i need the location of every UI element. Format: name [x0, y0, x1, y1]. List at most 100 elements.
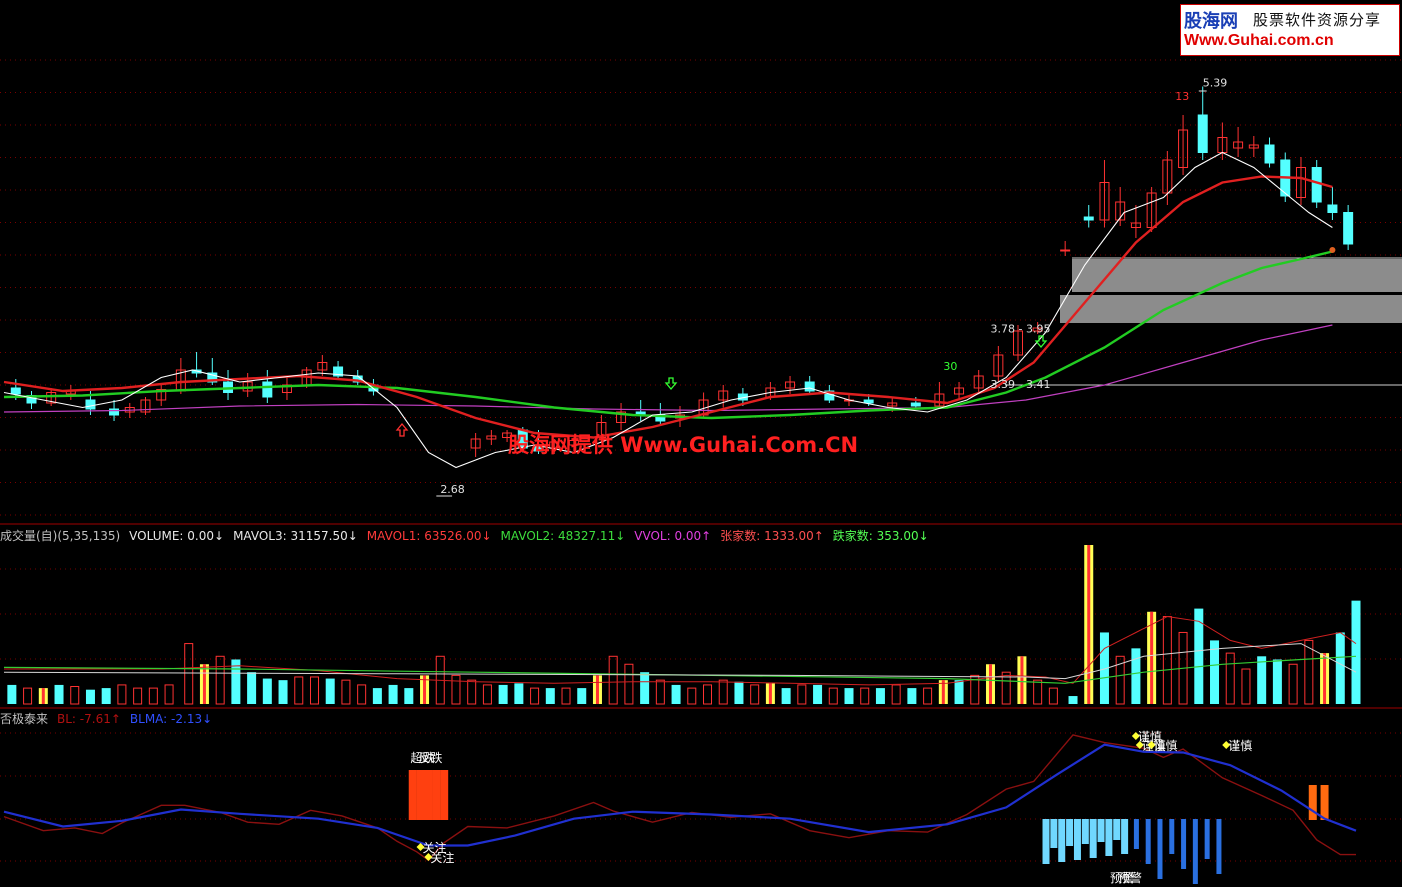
volume-bar-down [404, 688, 414, 704]
resistance-band-upper [1072, 259, 1402, 292]
volume-bar-highlight-core [41, 688, 45, 704]
candle-down [85, 399, 96, 410]
volume-bar-down [325, 678, 335, 704]
volume-bar-down [577, 688, 587, 704]
volume-bar-down [1131, 648, 1141, 704]
warning-bar [1192, 819, 1198, 884]
site-logo[interactable]: 股海网 股票软件资源分享 Www.Guhai.com.cn [1180, 4, 1400, 56]
volume-bar-down [954, 680, 964, 704]
candle-down [1327, 204, 1338, 213]
logo-name: 股海网 [1184, 11, 1238, 32]
warning-bar [1081, 819, 1089, 844]
volume-bar-up [215, 655, 225, 705]
indicator-legend: 否极泰来 BL: -7.61↑ BLMA: -2.13↓ [0, 710, 221, 727]
volume-bar-up [451, 674, 461, 705]
volume-bar-up [148, 687, 158, 705]
warning-bar [1169, 819, 1175, 854]
volume-bar-up [828, 687, 838, 705]
volume-bar-up [133, 687, 143, 705]
volume-bar-down [813, 684, 823, 704]
volume-bar-up [309, 676, 319, 705]
resistance-zone [1005, 257, 1402, 386]
warning-bar [1113, 819, 1121, 840]
price-annotation: 2.68 [440, 483, 465, 496]
indicator-label: 反跌 [418, 750, 442, 765]
volume-bar-up [341, 679, 351, 705]
volume-bar-highlight-core [768, 683, 772, 704]
volume-bar-up [23, 687, 33, 705]
current-price-dot [1329, 247, 1336, 253]
legend-item: MAVOL3: 31157.50↓ [233, 529, 358, 543]
watermark: 股海网提供 Www.Guhai.Com.CN [508, 433, 858, 457]
warning-bar [1181, 819, 1187, 869]
candle-down [1311, 167, 1322, 203]
volume-bar-up [608, 655, 618, 705]
volume-bar-down [545, 688, 555, 704]
volume-bar-down [781, 688, 791, 704]
candle-down [1343, 212, 1354, 245]
candle-down [10, 387, 21, 395]
warning-bar [1097, 819, 1105, 842]
legend-item: BLMA: -2.13↓ [129, 712, 213, 726]
volume-bar-down [734, 681, 744, 704]
volume-bar-up [1288, 663, 1298, 705]
warning-bar [1204, 819, 1210, 859]
volume-bar-down [85, 689, 95, 704]
indicator-label: 谨慎 [1228, 739, 1252, 753]
volume-bar-down [54, 684, 64, 704]
indicator-label: 谨慎 [1154, 739, 1178, 753]
volume-bar-down [372, 688, 382, 704]
volume-bar-up [718, 679, 728, 705]
volume-bar-down [1335, 632, 1345, 704]
legend-item: VVOL: 0.00↑ [634, 529, 712, 543]
legend-item: 否极泰来 [0, 712, 49, 726]
volume-legend: 成交量(自)(5,35,135) VOLUME: 0.00↓ MAVOL3: 311… [0, 527, 938, 544]
candle-up [1060, 249, 1071, 252]
volume-bar-up [482, 684, 492, 705]
warning-bar [1073, 819, 1081, 860]
volume-bar-up [923, 687, 933, 705]
oversold-bar [416, 770, 425, 820]
buy-arrow-icon [395, 422, 409, 437]
volume-bar-up [164, 684, 174, 705]
warning-bar [1042, 819, 1050, 864]
warning-bar [1216, 819, 1222, 874]
volume-bar-highlight-core [988, 664, 992, 704]
volume-bar-down [907, 688, 917, 704]
volume-bar-down [7, 684, 17, 704]
volume-bar-down [640, 672, 650, 704]
volume-bar-down [1272, 659, 1282, 704]
volume-bar-up [624, 663, 634, 705]
signal-bar [1308, 785, 1317, 820]
logo-url[interactable]: Www.Guhai.com.cn [1184, 32, 1334, 50]
ma-long-line [3, 324, 1333, 413]
signal-arrows [395, 335, 1048, 437]
price-annotation: 5.39 [1203, 77, 1228, 90]
logo-slogan: 股票软件资源分享 [1253, 11, 1382, 29]
volume-bar-up [655, 679, 665, 705]
volume-bar-highlight-core [1150, 611, 1154, 704]
volume-bar-down [247, 672, 257, 704]
warning-bar [1089, 819, 1097, 858]
warning-bar [1105, 819, 1113, 856]
volume-bar-up [1033, 679, 1043, 705]
volume-bar-down [498, 684, 508, 704]
bl-line [3, 734, 1356, 862]
volume-bar-up [687, 687, 697, 705]
volume-bar-up [294, 676, 304, 705]
candle-down [863, 399, 874, 404]
volume-bar-highlight-core [1323, 653, 1327, 704]
volume-bar-up [1241, 668, 1251, 705]
volume-grid [0, 568, 1402, 660]
volume-bar-up [357, 684, 367, 705]
warning-bar [1121, 819, 1129, 854]
legend-item: 成交量(自)(5,35,135) [0, 529, 121, 543]
price-annotation: 3.78 - 3.95 [991, 323, 1051, 336]
candle-down [910, 402, 921, 407]
warning-bar [1157, 819, 1163, 879]
volume-bar-down [875, 688, 885, 704]
volume-bar-up [184, 643, 194, 705]
volume-bar-up [1304, 639, 1314, 705]
volume-bar-highlight-core [595, 675, 599, 704]
indicator-layer: 超跌反跌关注关注谨慎谨慎谨慎谨慎预警预警 [3, 730, 1357, 885]
